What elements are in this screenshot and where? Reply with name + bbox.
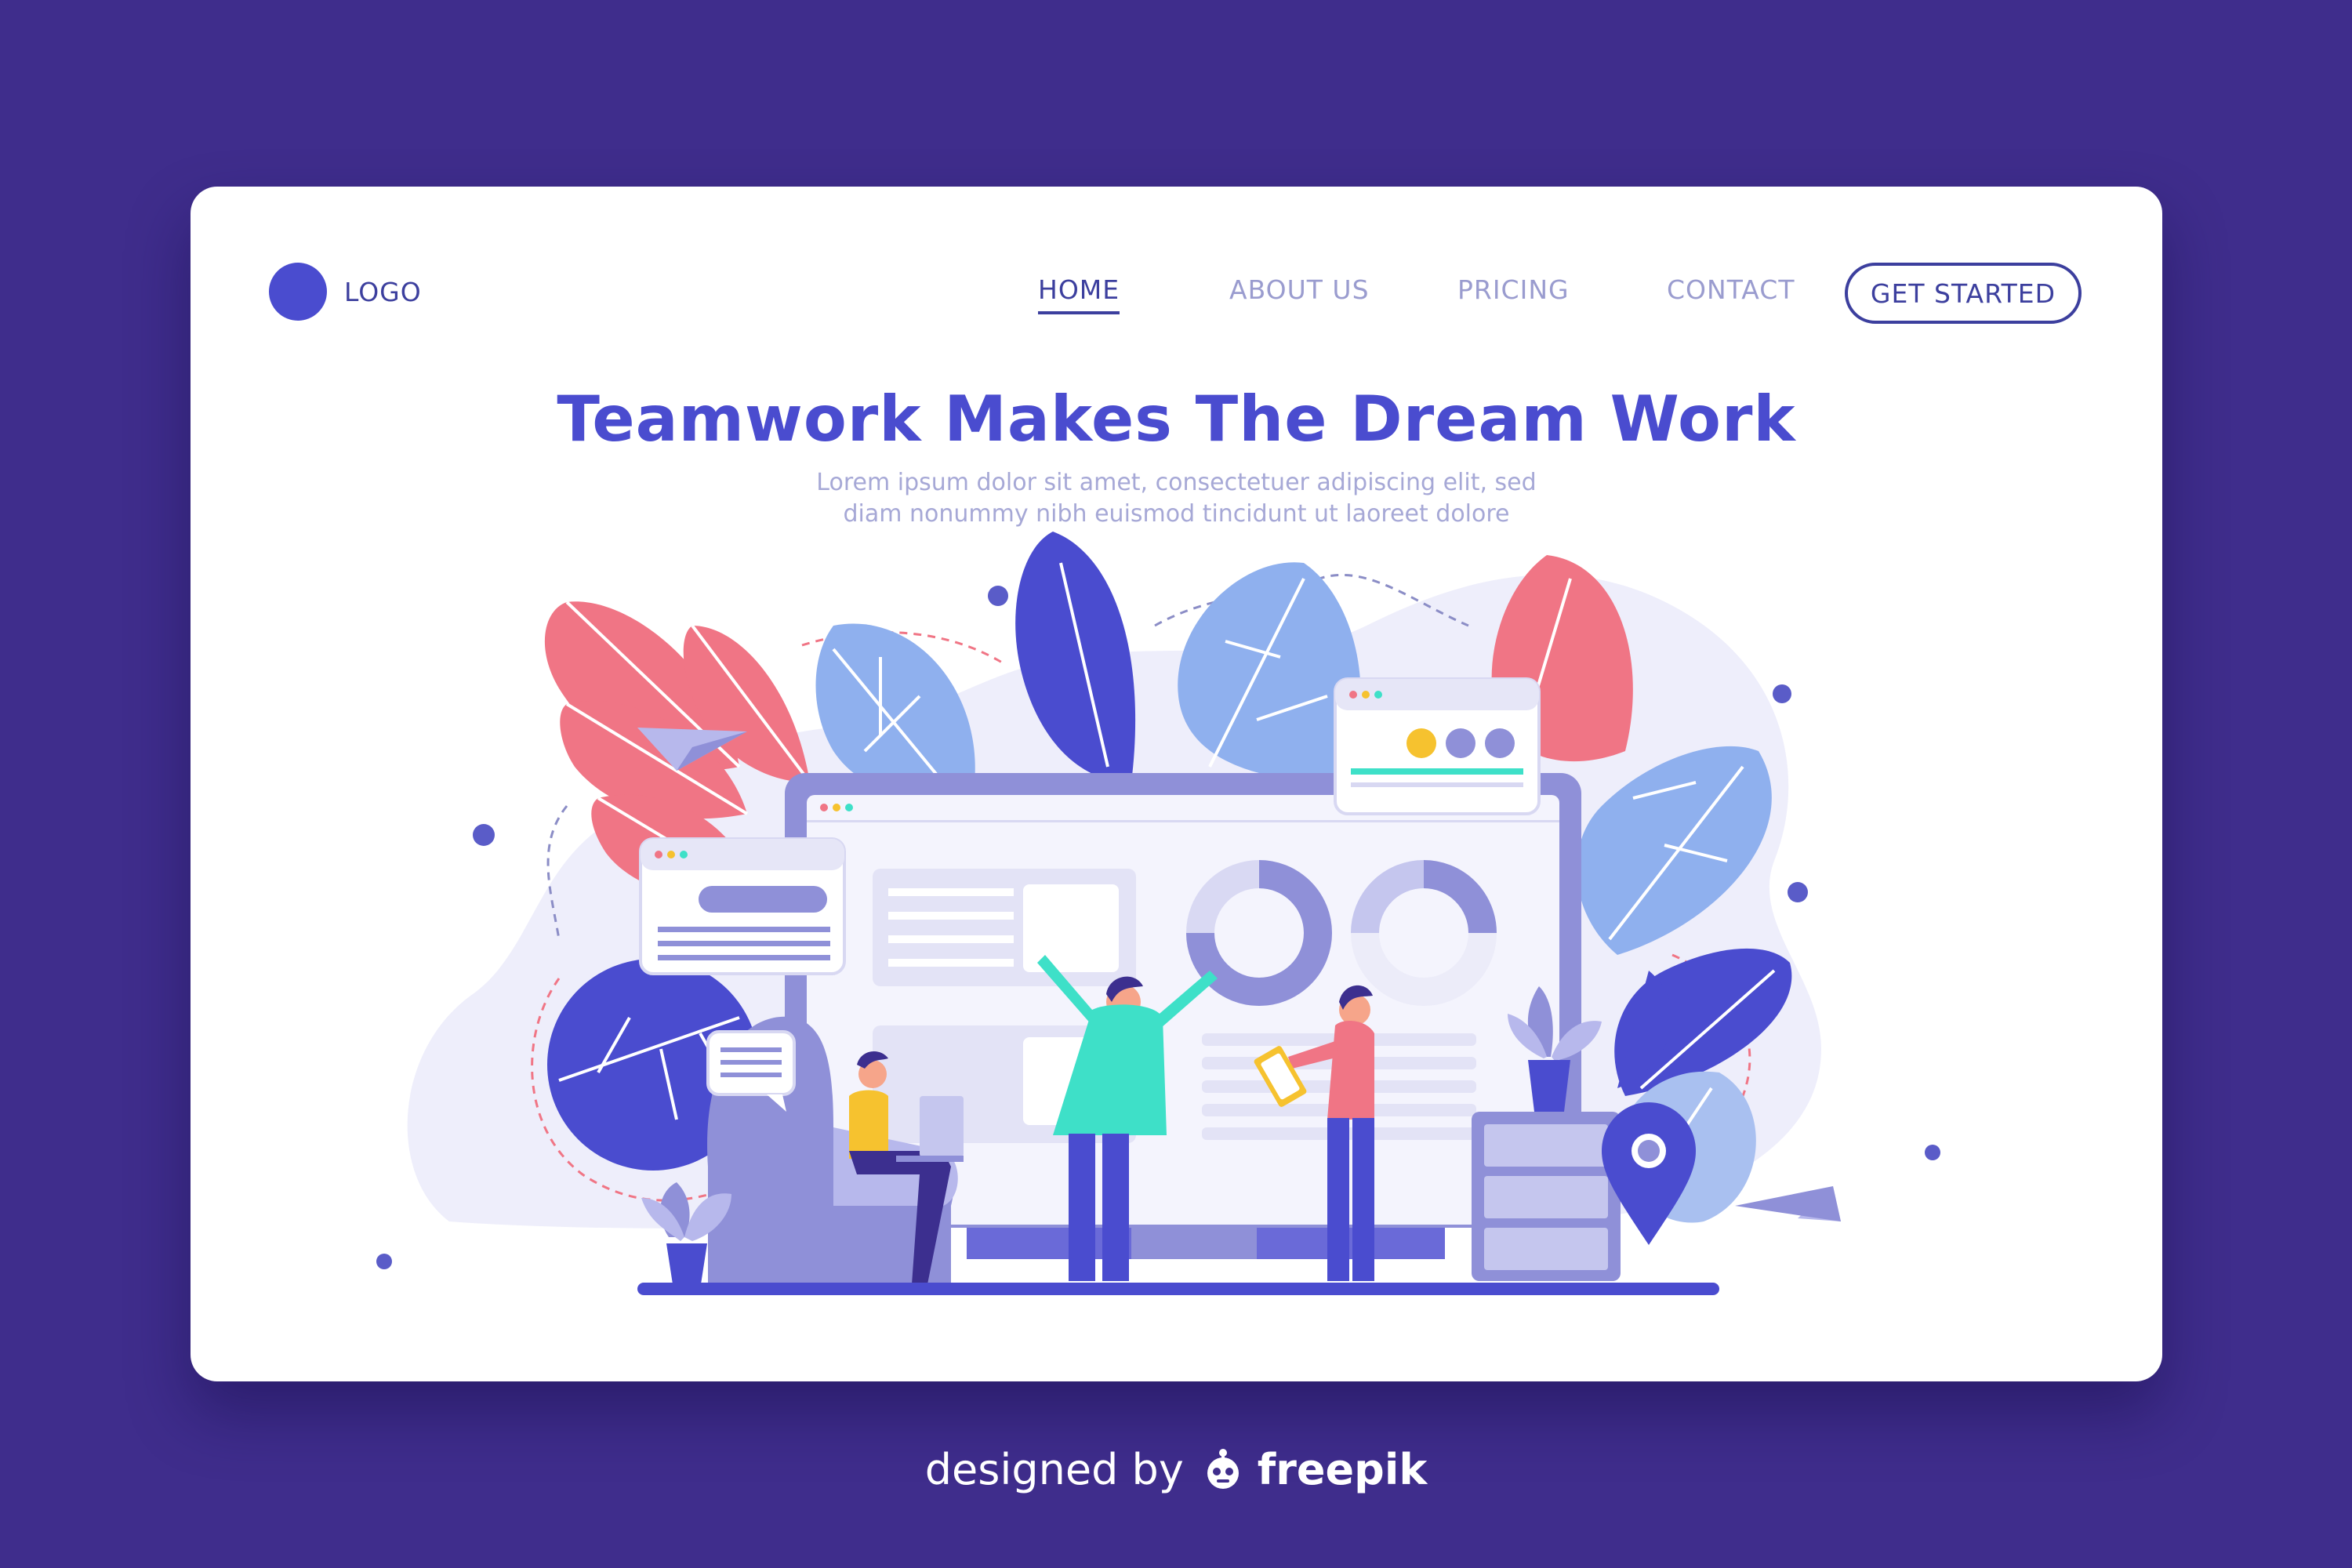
paper-plane-icon [1735,1186,1841,1221]
freepik-icon [1207,1448,1239,1489]
floating-window-left [639,837,846,975]
dot [1925,1145,1940,1160]
dot [376,1254,392,1269]
dot [473,824,495,846]
dot [1773,684,1791,703]
floor-line [637,1283,1719,1295]
dot [988,586,1008,606]
landing-card: LOGO HOME ABOUT US PRICING CONTACT GET S… [191,187,2162,1381]
hero-illustration [376,532,1940,1295]
footer-brand[interactable]: freepik [1258,1445,1427,1494]
footer-prefix: designed by [924,1445,1184,1494]
floating-window-top-right [1334,677,1541,815]
drawer-cabinet [1472,1112,1621,1281]
dot [1788,882,1808,902]
footer-credit: designed by freepik [0,1445,2352,1494]
